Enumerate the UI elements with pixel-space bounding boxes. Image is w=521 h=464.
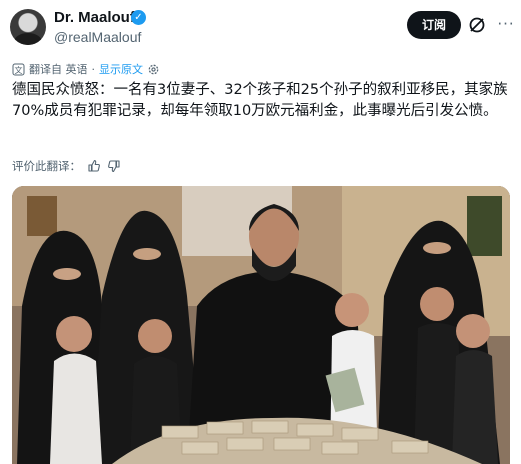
verified-badge-icon: ✓ <box>131 10 146 25</box>
thumbs-down-icon[interactable] <box>107 159 121 173</box>
gear-icon[interactable] <box>147 63 160 76</box>
thumbs-up-icon[interactable] <box>87 159 101 173</box>
photo-illustration <box>12 186 510 464</box>
separator: · <box>91 62 96 76</box>
author-handle[interactable]: @realMaalouf <box>54 29 141 45</box>
translation-bar: 文 翻译自 英语 · 显示原文 <box>12 60 160 78</box>
rate-translation-bar: 评价此翻译： <box>12 157 121 175</box>
subscribe-button[interactable]: 订阅 <box>407 11 461 39</box>
translate-icon: 文 <box>12 63 25 75</box>
author-avatar[interactable] <box>10 9 46 45</box>
author-name[interactable]: Dr. Maalouf <box>54 9 135 26</box>
translated-from-label: 翻译自 英语 <box>29 63 88 76</box>
more-options-icon[interactable]: ··· <box>496 14 516 34</box>
grok-icon[interactable] <box>468 16 486 34</box>
rate-translation-label: 评价此翻译： <box>12 159 81 173</box>
post-header: Dr. Maalouf ✓ @realMaalouf 订阅 ··· <box>0 0 521 52</box>
svg-text:文: 文 <box>15 65 23 75</box>
show-original-link[interactable]: 显示原文 <box>99 61 143 77</box>
family-photo-image[interactable] <box>12 186 510 464</box>
post-text: 德国民众愤怒：一名有3位妻子、32个孩子和25个孙子的叙利亚移民，其家族70%成… <box>12 82 508 119</box>
